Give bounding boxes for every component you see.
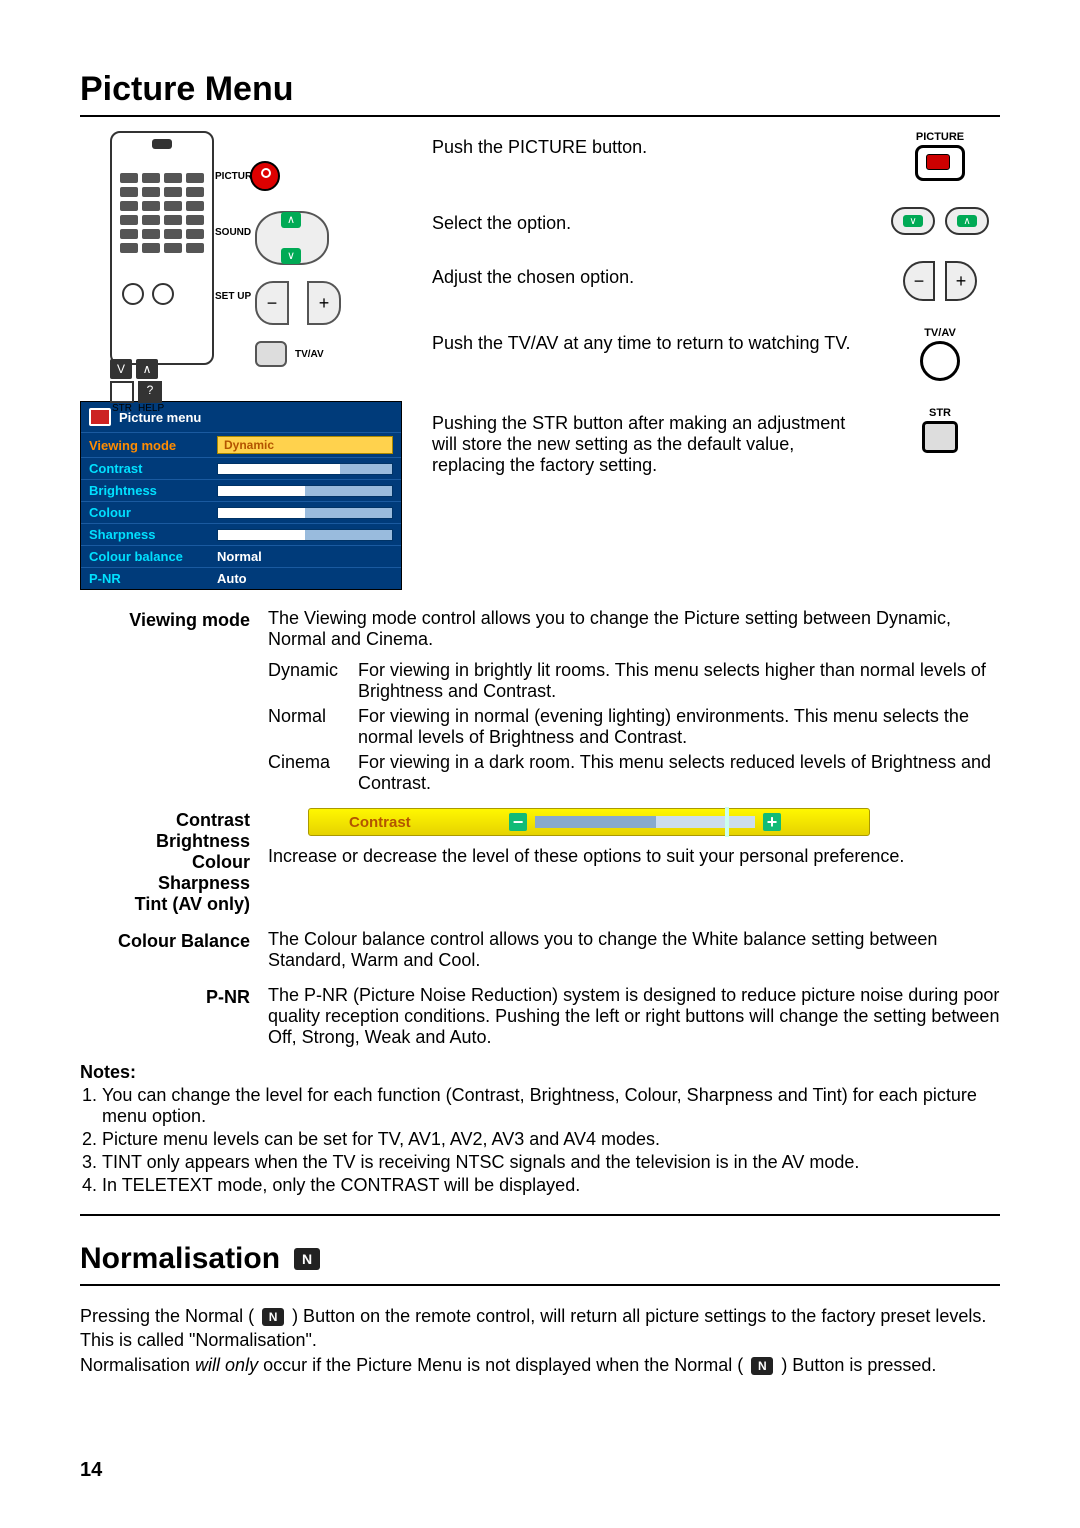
term-viewing-mode: Viewing mode	[80, 608, 250, 794]
term-brightness: Brightness	[80, 831, 250, 852]
label-normal: Normal	[268, 706, 358, 748]
n-badge-inline-icon: N	[262, 1308, 284, 1326]
power-icon	[250, 161, 280, 191]
n-badge-icon: N	[294, 1248, 320, 1270]
osd-row-viewing-mode: Viewing mode	[89, 438, 209, 453]
tvav-button-icon	[920, 341, 960, 381]
desc-group: Increase or decrease the level of these …	[268, 846, 1000, 867]
str-button-icon	[922, 421, 958, 453]
note-4: In TELETEXT mode, only the CONTRAST will…	[102, 1175, 1000, 1196]
n-badge-inline-icon: N	[751, 1357, 773, 1375]
note-3: TINT only appears when the TV is receivi…	[102, 1152, 1000, 1173]
label-cinema: Cinema	[268, 752, 358, 794]
osd-row-contrast: Contrast	[89, 461, 209, 476]
note-1: You can change the level for each functi…	[102, 1085, 1000, 1127]
instruction-select-option: Select the option.	[432, 207, 860, 234]
osd-row-pnr: P-NR	[89, 571, 209, 586]
desc-colour-balance: The Colour balance control allows you to…	[268, 929, 1000, 971]
leftright-nav-icon: −+	[255, 281, 341, 325]
tvav-label: TV/AV	[924, 327, 956, 339]
minus-icon: −	[509, 813, 527, 831]
term-contrast: Contrast	[80, 810, 250, 831]
divider	[80, 1284, 1000, 1286]
desc-normal: For viewing in normal (evening lighting)…	[358, 706, 1000, 748]
instruction-adjust-option: Adjust the chosen option.	[432, 261, 860, 288]
desc-viewing-mode: The Viewing mode control allows you to c…	[268, 608, 1000, 650]
term-colour: Colour	[80, 852, 250, 873]
updown-buttons-icon: ∨∧	[891, 207, 989, 235]
instruction-str: Pushing the STR button after making an a…	[432, 407, 860, 476]
page-title: Picture Menu	[80, 70, 1000, 109]
term-tint: Tint (AV only)	[80, 894, 250, 915]
notes-list: You can change the level for each functi…	[80, 1085, 1000, 1196]
term-sharpness: Sharpness	[80, 873, 250, 894]
instruction-tvav: Push the TV/AV at any time to return to …	[432, 327, 860, 354]
instruction-push-picture: Push the PICTURE button.	[432, 131, 860, 158]
updown-nav-icon: ∧∨	[255, 211, 329, 265]
str-label: STR	[929, 407, 951, 419]
osd-row-colour-balance: Colour balance	[89, 549, 209, 564]
osd-picture-menu: Picture menu Viewing modeDynamic Contras…	[80, 401, 402, 590]
page-number: 14	[80, 1459, 102, 1482]
plus-icon: +	[763, 813, 781, 831]
osd-pnr-value: Auto	[217, 571, 247, 586]
desc-cinema: For viewing in a dark room. This menu se…	[358, 752, 1000, 794]
notes-heading: Notes:	[80, 1062, 1000, 1083]
osd-viewing-mode-value: Dynamic	[217, 436, 393, 454]
picture-button-label: PICTURE	[916, 131, 964, 143]
normalisation-body: Pressing the Normal ( N ) Button on the …	[80, 1304, 1000, 1377]
normalisation-title: Normalisation	[80, 1242, 280, 1276]
osd-row-brightness: Brightness	[89, 483, 209, 498]
divider	[80, 1214, 1000, 1216]
term-pnr: P-NR	[80, 985, 250, 1048]
contrast-bar-label: Contrast	[309, 814, 509, 831]
label-dynamic: Dynamic	[268, 660, 358, 702]
osd-row-sharpness: Sharpness	[89, 527, 209, 542]
term-colour-balance: Colour Balance	[80, 929, 250, 971]
leftright-buttons-icon: −+	[903, 261, 977, 301]
ok-button-icon	[255, 341, 287, 367]
remote-illustration: PICTURE SOUND SET UP TV/AV ∧∨ −+ V∧ ? ST…	[80, 131, 330, 381]
picture-button-icon	[915, 145, 965, 181]
desc-pnr: The P-NR (Picture Noise Reduction) syste…	[268, 985, 1000, 1048]
osd-colour-balance-value: Normal	[217, 549, 262, 564]
osd-row-colour: Colour	[89, 505, 209, 520]
desc-dynamic: For viewing in brightly lit rooms. This …	[358, 660, 1000, 702]
divider	[80, 115, 1000, 117]
contrast-slider-illustration: Contrast − +	[308, 808, 870, 836]
note-2: Picture menu levels can be set for TV, A…	[102, 1129, 1000, 1150]
